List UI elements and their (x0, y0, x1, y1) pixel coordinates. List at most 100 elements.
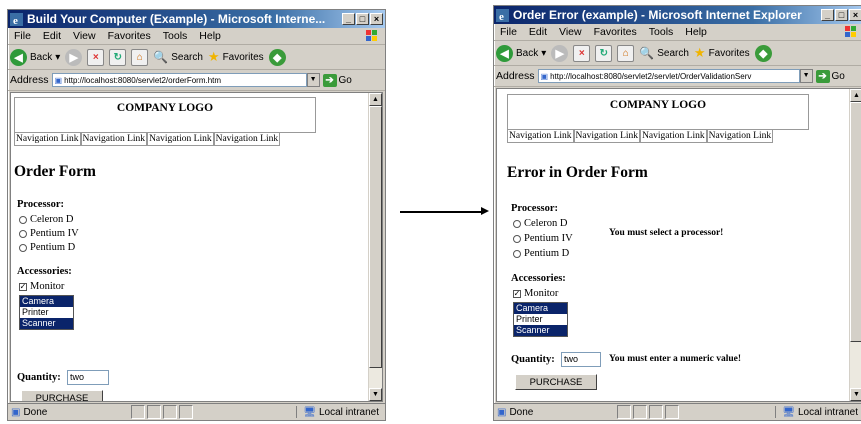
home-icon[interactable]: ⌂ (131, 48, 149, 66)
list-item-scanner[interactable]: Scanner (514, 325, 567, 336)
menu-edit[interactable]: Edit (529, 26, 547, 38)
close-icon[interactable]: × (370, 13, 383, 25)
monitor-option[interactable]: ✓ Monitor (513, 288, 558, 299)
accessories-listbox[interactable]: Camera Printer Scanner (513, 302, 568, 337)
list-item-printer[interactable]: Printer (514, 314, 567, 325)
processor-option-celeron[interactable]: Celeron D (513, 218, 567, 229)
quantity-label: Quantity: (511, 354, 555, 365)
vertical-scrollbar[interactable]: ▲ ▼ (368, 93, 382, 401)
nav-link[interactable]: Navigation Link (640, 129, 707, 143)
purchase-button[interactable]: PURCHASE (21, 390, 103, 401)
stop-icon[interactable]: × (87, 48, 105, 66)
menu-help[interactable]: Help (199, 30, 221, 42)
maximize-icon[interactable]: □ (356, 13, 369, 25)
home-icon[interactable]: ⌂ (617, 44, 635, 62)
media-icon[interactable]: ◆ (754, 44, 772, 62)
radio-button[interactable] (513, 219, 521, 228)
minimize-icon[interactable]: _ (342, 13, 355, 25)
back-button[interactable]: ◀ Back ▾ (496, 44, 546, 62)
menu-file[interactable]: File (500, 26, 517, 38)
favorites-button[interactable]: ★ Favorites (694, 45, 750, 61)
radio-button[interactable] (19, 215, 27, 224)
nav-link[interactable]: Navigation Link (147, 132, 214, 146)
option-label: Pentium D (30, 242, 76, 253)
minimize-icon[interactable]: _ (821, 9, 834, 21)
search-icon: 🔍 (639, 46, 655, 60)
search-icon: 🔍 (153, 50, 169, 64)
processor-option-pentium-d[interactable]: Pentium D (513, 248, 569, 259)
quantity-input[interactable]: two (561, 352, 601, 367)
menu-favorites[interactable]: Favorites (594, 26, 637, 38)
go-button[interactable]: ➔ Go (815, 69, 845, 83)
browser-window-order-form: e Build Your Computer (Example) - Micros… (7, 9, 386, 421)
list-item-camera[interactable]: Camera (20, 296, 73, 307)
checkbox-checked-icon[interactable]: ✓ (513, 289, 521, 298)
checkbox-checked-icon[interactable]: ✓ (19, 282, 27, 291)
status-cell (649, 405, 663, 419)
nav-link[interactable]: Navigation Link (213, 132, 281, 146)
processor-option-pentium-iv[interactable]: Pentium IV (19, 228, 79, 239)
nav-link[interactable]: Navigation Link (573, 129, 641, 143)
menu-tools[interactable]: Tools (163, 30, 188, 42)
transition-arrow-line (400, 211, 484, 213)
radio-button[interactable] (19, 243, 27, 252)
processor-option-pentium-d[interactable]: Pentium D (19, 242, 75, 253)
address-dropdown-icon[interactable]: ▼ (799, 69, 813, 83)
scroll-down-icon[interactable]: ▼ (850, 388, 861, 401)
menu-file[interactable]: File (14, 30, 31, 42)
refresh-icon[interactable]: ↻ (109, 48, 127, 66)
vertical-scrollbar[interactable]: ▲ ▼ (849, 89, 861, 401)
quantity-input[interactable]: two (67, 370, 109, 385)
processor-option-celeron[interactable]: Celeron D (19, 214, 73, 225)
radio-button[interactable] (513, 234, 521, 243)
back-button[interactable]: ◀ Back ▾ (10, 48, 60, 66)
processor-option-pentium-iv[interactable]: Pentium IV (513, 233, 573, 244)
scroll-thumb[interactable] (369, 106, 382, 368)
radio-button[interactable] (19, 229, 27, 238)
nav-link[interactable]: Navigation Link (14, 132, 81, 146)
address-dropdown-icon[interactable]: ▼ (306, 73, 320, 87)
scroll-up-icon[interactable]: ▲ (369, 93, 382, 106)
menu-help[interactable]: Help (685, 26, 707, 38)
scroll-down-icon[interactable]: ▼ (369, 388, 382, 401)
address-input[interactable]: ▣ http://localhost:8080/servlet2/servlet… (537, 69, 800, 83)
menu-tools[interactable]: Tools (649, 26, 674, 38)
media-icon[interactable]: ◆ (268, 48, 286, 66)
radio-button[interactable] (513, 249, 521, 258)
search-button[interactable]: 🔍 Search (639, 46, 689, 60)
list-item-camera[interactable]: Camera (514, 303, 567, 314)
forward-button[interactable]: ▶ (551, 44, 569, 62)
go-button[interactable]: ➔ Go (322, 73, 352, 87)
search-button[interactable]: 🔍 Search (153, 50, 203, 64)
page-icon: ▣ (54, 75, 63, 85)
maximize-icon[interactable]: □ (835, 9, 848, 21)
status-label: Done (23, 406, 48, 418)
accessories-listbox[interactable]: Camera Printer Scanner (19, 295, 74, 330)
monitor-option[interactable]: ✓ Monitor (19, 281, 64, 292)
list-item-scanner[interactable]: Scanner (20, 318, 73, 329)
list-item-printer[interactable]: Printer (20, 307, 73, 318)
nav-link[interactable]: Navigation Link (80, 132, 148, 146)
go-arrow-icon: ➔ (815, 69, 830, 83)
title-bar[interactable]: e Build Your Computer (Example) - Micros… (8, 10, 385, 28)
menu-view[interactable]: View (559, 26, 582, 38)
scroll-thumb[interactable] (850, 102, 861, 342)
favorites-button[interactable]: ★ Favorites (208, 49, 264, 65)
title-bar[interactable]: e Order Error (example) - Microsoft Inte… (494, 6, 861, 24)
page-done-icon: ▣ (11, 406, 21, 418)
forward-button[interactable]: ▶ (65, 48, 83, 66)
nav-link[interactable]: Navigation Link (507, 129, 574, 143)
processor-label: Processor: (511, 203, 559, 214)
nav-link[interactable]: Navigation Link (706, 129, 774, 143)
purchase-button[interactable]: PURCHASE (515, 374, 597, 390)
scroll-up-icon[interactable]: ▲ (850, 89, 861, 102)
close-icon[interactable]: × (849, 9, 861, 21)
menu-edit[interactable]: Edit (43, 30, 61, 42)
menu-bar: File Edit View Favorites Tools Help (494, 24, 861, 41)
stop-icon[interactable]: × (573, 44, 591, 62)
menu-favorites[interactable]: Favorites (108, 30, 151, 42)
address-input[interactable]: ▣ http://localhost:8080/servlet2/orderFo… (51, 73, 307, 87)
menu-view[interactable]: View (73, 30, 96, 42)
monitor-label: Monitor (524, 288, 559, 299)
refresh-icon[interactable]: ↻ (595, 44, 613, 62)
